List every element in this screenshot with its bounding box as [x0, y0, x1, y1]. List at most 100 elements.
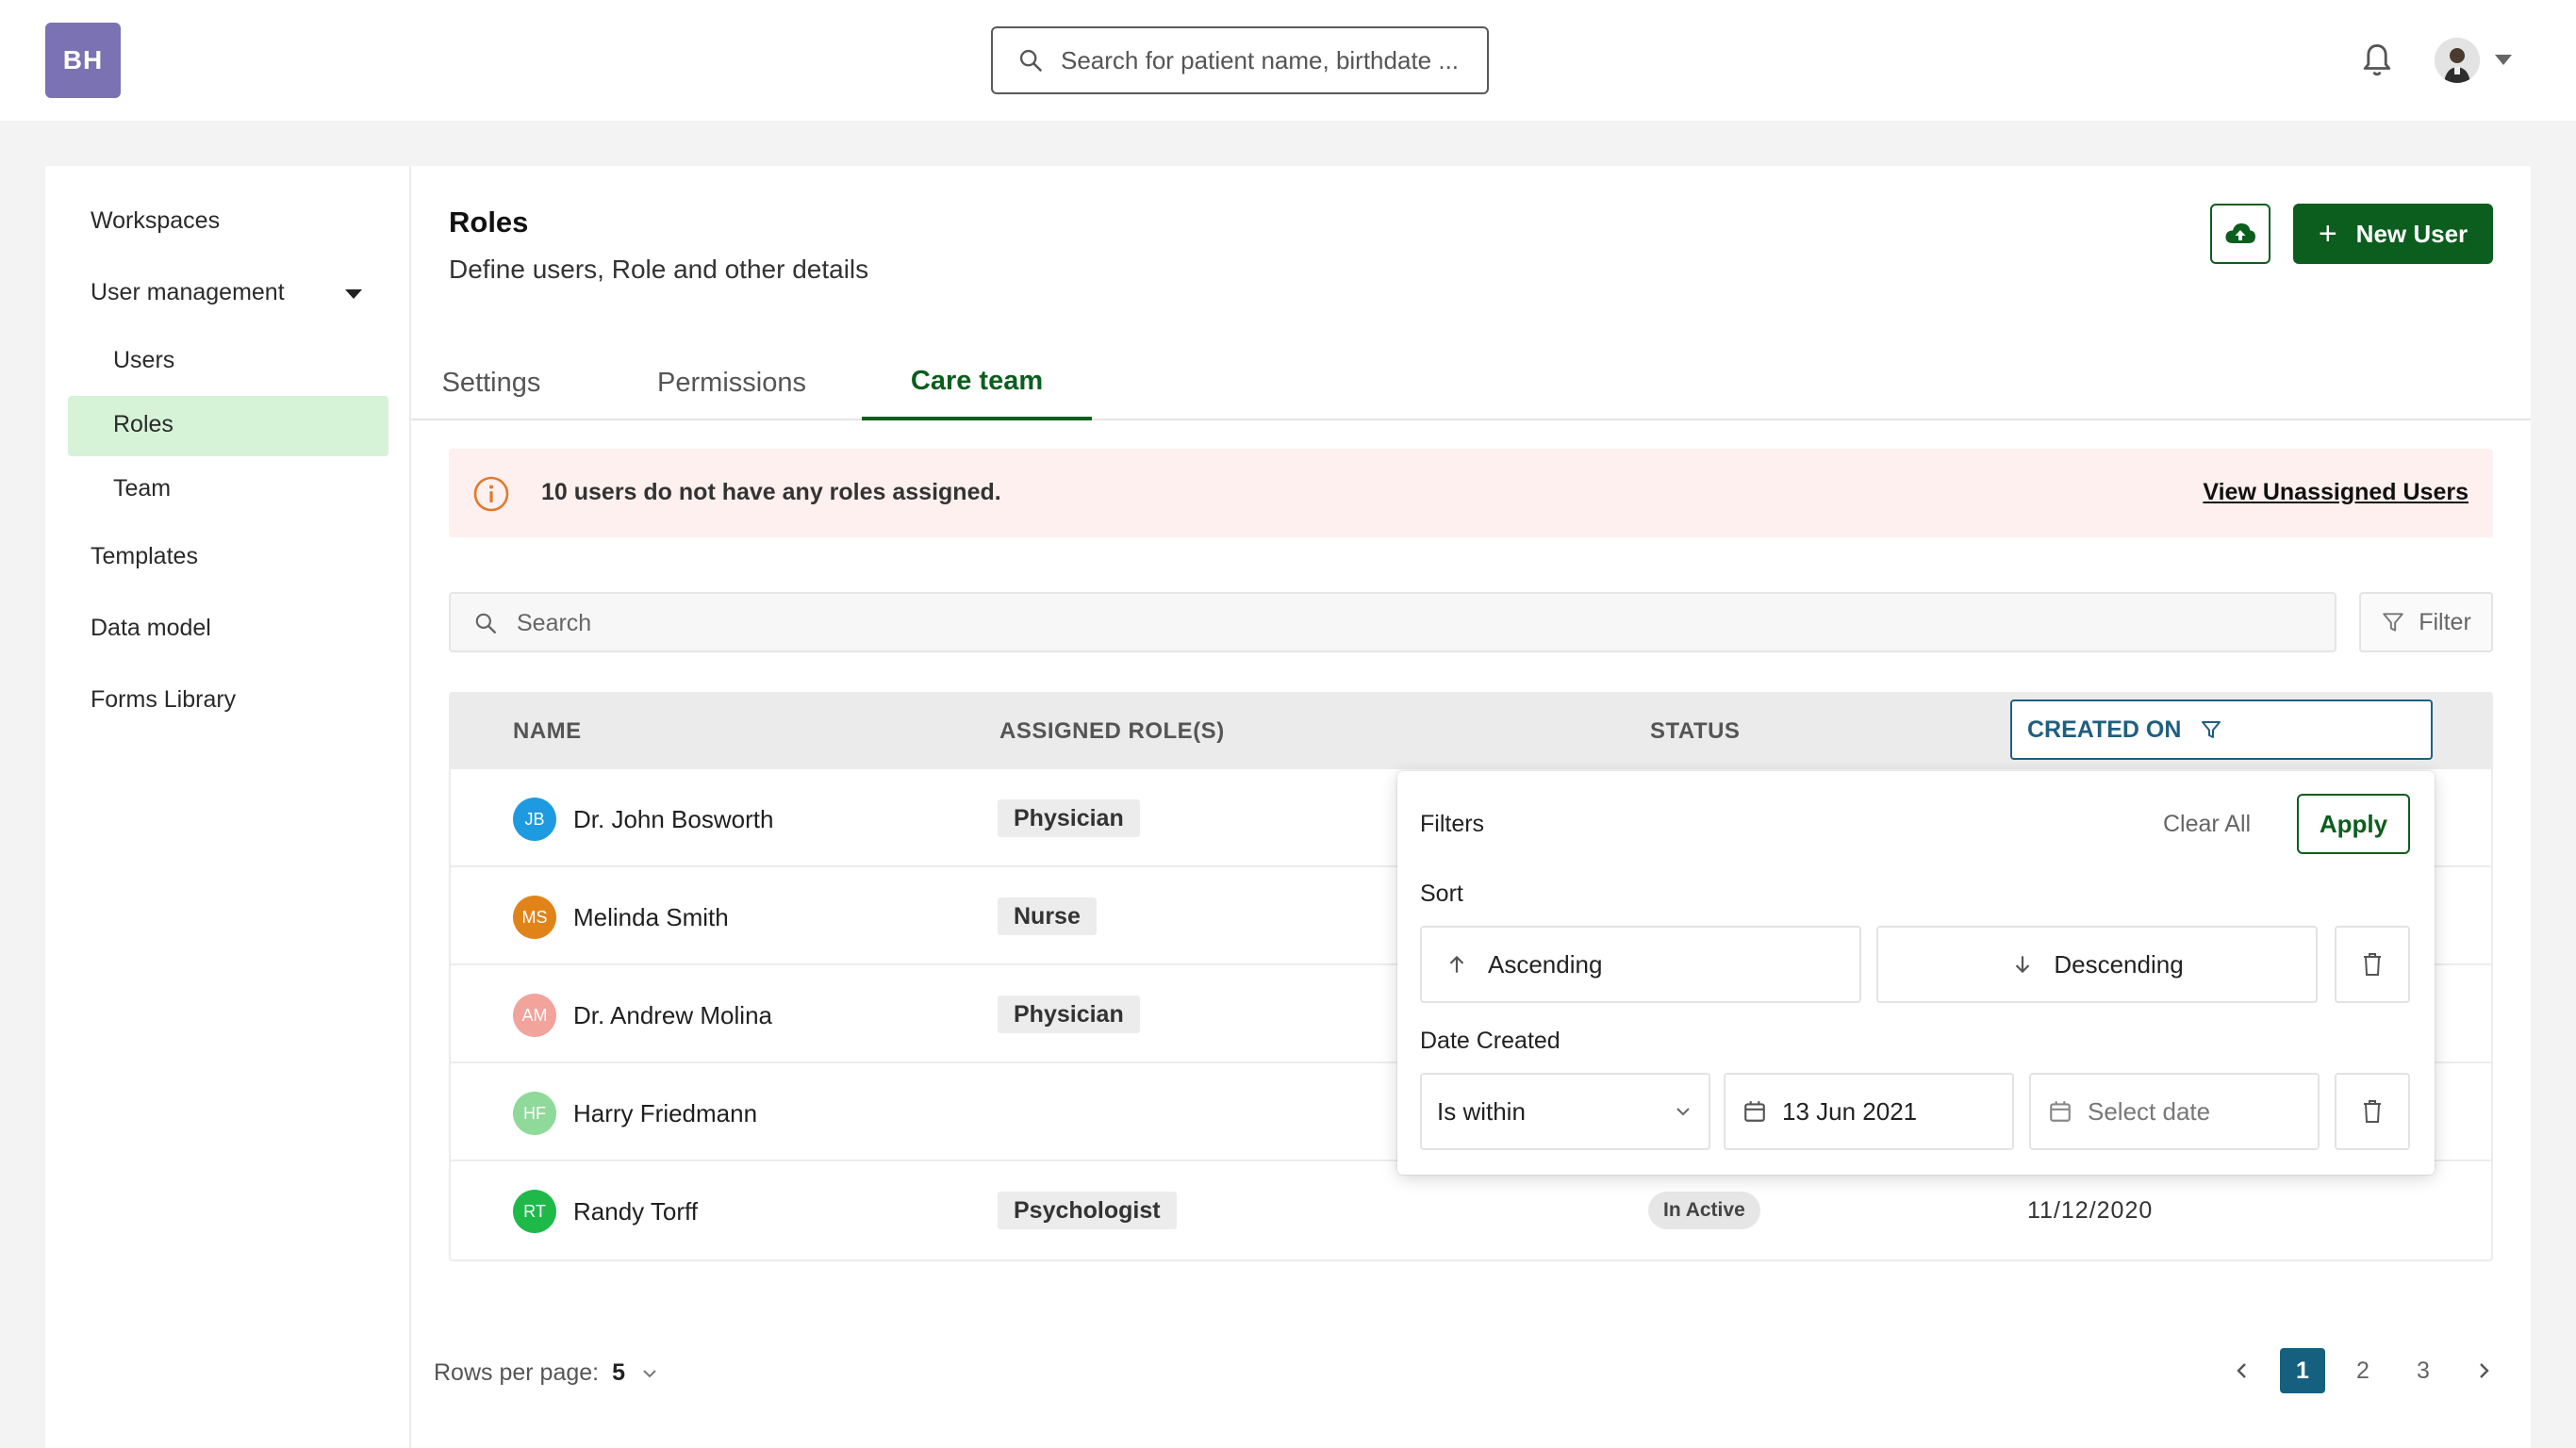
delete-date-filter-button[interactable] [2335, 1073, 2410, 1150]
tab-settings[interactable]: Settings [424, 345, 558, 420]
avatar: HF [513, 1092, 556, 1135]
rows-per-page-label: Rows per page: [434, 1359, 600, 1386]
avatar: MS [513, 896, 556, 939]
user-name[interactable]: Randy Torff [573, 1197, 698, 1226]
search-icon [1019, 49, 1042, 72]
ascending-label: Ascending [1488, 949, 1603, 979]
plus-icon: + [2318, 216, 2337, 252]
date-condition-value: Is within [1437, 1096, 1526, 1126]
end-date-field[interactable]: Select date [2029, 1073, 2320, 1150]
start-date-value: 13 Jun 2021 [1782, 1096, 1918, 1126]
column-header-assigned-roles[interactable]: ASSIGNED ROLE(S) [999, 718, 1225, 745]
top-bar: BH [0, 0, 2576, 121]
chevron-right-icon [2480, 1363, 2489, 1378]
tab-permissions[interactable]: Permissions [637, 345, 826, 420]
filter-button[interactable]: Filter [2359, 592, 2493, 652]
role-badge: Psychologist [998, 1192, 1177, 1229]
user-name[interactable]: Dr. John Bosworth [573, 805, 773, 834]
page-3[interactable]: 3 [2401, 1348, 2446, 1393]
arrow-up-icon [1449, 955, 1464, 973]
created-on-date: 11/12/2020 [2027, 1197, 2154, 1224]
sort-ascending-button[interactable]: Ascending [1420, 926, 1861, 1003]
sidebar-item-templates[interactable]: Templates [91, 543, 198, 570]
filter-button-label: Filter [2419, 608, 2471, 635]
cloud-upload-icon [2225, 223, 2255, 243]
calendar-icon [2050, 1101, 2071, 1122]
start-date-field[interactable]: 13 Jun 2021 [1724, 1073, 2014, 1150]
sidebar-item-data-model[interactable]: Data model [91, 615, 211, 642]
chevron-down-icon[interactable] [2495, 55, 2512, 65]
sidebar-item-users[interactable]: Users [113, 347, 174, 374]
table-search[interactable] [449, 592, 2337, 652]
user-name[interactable]: Melinda Smith [573, 903, 729, 932]
table-row[interactable]: RT Randy Torff Psychologist In Active 11… [451, 1161, 2491, 1259]
tab-care-team[interactable]: Care team [862, 345, 1092, 420]
page-subtitle: Define users, Role and other details [449, 255, 869, 284]
sidebar-item-team[interactable]: Team [113, 475, 171, 502]
rows-per-page[interactable]: Rows per page: 5 [434, 1359, 658, 1387]
info-icon [473, 476, 509, 512]
date-created-label: Date Created [1420, 1028, 1560, 1054]
bell-icon[interactable] [2361, 41, 2393, 79]
column-header-status[interactable]: STATUS [1650, 718, 1740, 745]
sort-label: Sort [1420, 880, 1463, 907]
tab-bar: Settings Permissions Care team [411, 345, 2531, 420]
page-1[interactable]: 1 [2280, 1348, 2325, 1393]
rows-per-page-value[interactable]: 5 [612, 1359, 625, 1386]
user-avatar-image [2435, 38, 2480, 83]
avatar: AM [513, 994, 556, 1037]
avatar: JB [513, 798, 556, 841]
search-icon [475, 613, 496, 634]
page-2[interactable]: 2 [2340, 1348, 2386, 1393]
role-badge: Physician [998, 799, 1140, 837]
app-logo[interactable]: BH [45, 23, 121, 98]
user-avatar[interactable] [2435, 38, 2480, 83]
pagination-next[interactable] [2461, 1348, 2506, 1393]
apply-button[interactable]: Apply [2297, 794, 2410, 854]
role-badge: Physician [998, 996, 1140, 1033]
table-search-input[interactable] [517, 605, 1931, 641]
caret-down-icon[interactable] [345, 289, 362, 299]
sidebar-item-user-management[interactable]: User management [91, 279, 285, 306]
table-header: NAME ASSIGNED ROLE(S) STATUS CREATED ON [451, 694, 2491, 769]
column-header-created-on[interactable]: CREATED ON [2010, 699, 2433, 760]
sort-descending-button[interactable]: Descending [1876, 926, 2318, 1003]
clear-all-button[interactable]: Clear All [2163, 811, 2251, 838]
pagination-prev[interactable] [2220, 1348, 2265, 1393]
alert-message: 10 users do not have any roles assigned. [541, 479, 1001, 505]
end-date-placeholder: Select date [2088, 1096, 2211, 1126]
upload-button[interactable] [2210, 204, 2271, 264]
sidebar-item-roles[interactable]: Roles [113, 411, 173, 438]
filter-popover: Filters Clear All Apply Sort Ascending D… [1397, 771, 2435, 1175]
calendar-icon [1744, 1101, 1765, 1122]
sidebar-item-workspaces[interactable]: Workspaces [91, 207, 220, 235]
trash-icon [2364, 1100, 2381, 1123]
arrow-down-icon [2016, 956, 2030, 974]
date-condition-select[interactable]: Is within [1420, 1073, 1710, 1150]
sidebar: Workspaces User management Users Roles T… [45, 166, 411, 1448]
user-name[interactable]: Harry Friedmann [573, 1099, 757, 1128]
sidebar-item-forms-library[interactable]: Forms Library [91, 686, 236, 714]
global-search[interactable] [991, 26, 1489, 94]
page-title: Roles [449, 206, 529, 239]
chevron-down-icon [1676, 1108, 1690, 1116]
new-user-label: New User [2355, 219, 2469, 248]
unassigned-alert: 10 users do not have any roles assigned.… [449, 449, 2493, 537]
status-badge: In Active [1648, 1192, 1760, 1229]
descending-label: Descending [2054, 949, 2184, 979]
filter-icon[interactable] [2200, 718, 2222, 741]
chevron-down-icon[interactable] [641, 1368, 658, 1379]
global-search-input[interactable] [1061, 45, 1476, 75]
filters-title: Filters [1420, 811, 1485, 837]
delete-sort-button[interactable] [2335, 926, 2410, 1003]
trash-icon [2364, 953, 2381, 976]
filter-icon [2383, 613, 2403, 632]
created-on-label: CREATED ON [2027, 716, 2182, 743]
role-badge: Nurse [998, 897, 1097, 935]
user-name[interactable]: Dr. Andrew Molina [573, 1001, 772, 1030]
new-user-button[interactable]: + New User [2293, 204, 2493, 264]
chevron-left-icon [2237, 1363, 2246, 1378]
column-header-name[interactable]: NAME [513, 718, 582, 745]
view-unassigned-users-link[interactable]: View Unassigned Users [2203, 479, 2469, 506]
avatar: RT [513, 1190, 556, 1233]
